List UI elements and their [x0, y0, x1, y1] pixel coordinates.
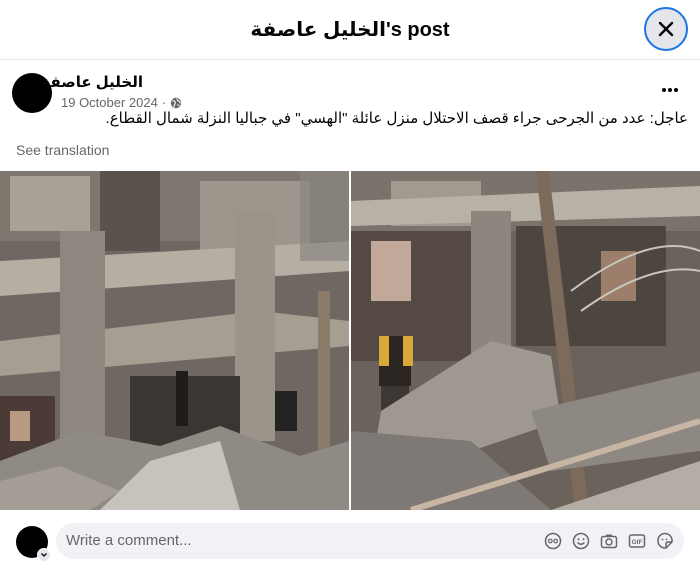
- meta-separator: ·: [161, 95, 167, 110]
- rubble-photo-right[interactable]: [351, 171, 700, 510]
- sticker-icon: [657, 532, 673, 549]
- globe-icon: [171, 97, 182, 108]
- post-meta: 19 October 2024 ·: [61, 95, 182, 110]
- close-icon: [658, 21, 674, 37]
- post-header: الخليل عاصفة 19 October 2024 · عاجل: عدد…: [0, 62, 700, 142]
- sticker-button[interactable]: [654, 530, 676, 552]
- chevron-down-icon: [41, 553, 47, 557]
- comment-input[interactable]: Write a comment... GIF: [56, 523, 684, 559]
- avatar-sticker-button[interactable]: [542, 530, 564, 552]
- emoji-button[interactable]: [570, 530, 592, 552]
- comment-toolbar: GIF: [542, 530, 676, 552]
- gif-button[interactable]: GIF: [626, 530, 648, 552]
- dialog-title: الخليل عاصفة's post: [250, 19, 450, 41]
- close-button[interactable]: [644, 7, 688, 51]
- see-translation-link[interactable]: See translation: [16, 142, 109, 158]
- author-name[interactable]: الخليل عاصفة: [41, 73, 143, 91]
- svg-text:GIF: GIF: [632, 539, 643, 546]
- post-date[interactable]: 19 October 2024: [61, 95, 158, 110]
- camera-icon: [600, 534, 618, 549]
- dialog-header: الخليل عاصفة's post: [0, 0, 700, 60]
- comment-bar: Write a comment... GIF: [0, 510, 700, 577]
- profile-switch-badge[interactable]: [37, 548, 51, 562]
- more-dots-icon: [662, 88, 678, 92]
- emoji-icon: [572, 532, 590, 550]
- post-text: عاجل: عدد من الجرحى جراء قصف الاحتلال من…: [105, 110, 688, 127]
- rubble-photo-left[interactable]: [0, 171, 349, 510]
- more-options-button[interactable]: [654, 78, 686, 102]
- camera-button[interactable]: [598, 530, 620, 552]
- comment-placeholder: Write a comment...: [66, 532, 192, 549]
- avatar-sticker-icon: [544, 532, 562, 550]
- gif-icon: GIF: [628, 534, 646, 548]
- photo-grid: [0, 171, 700, 510]
